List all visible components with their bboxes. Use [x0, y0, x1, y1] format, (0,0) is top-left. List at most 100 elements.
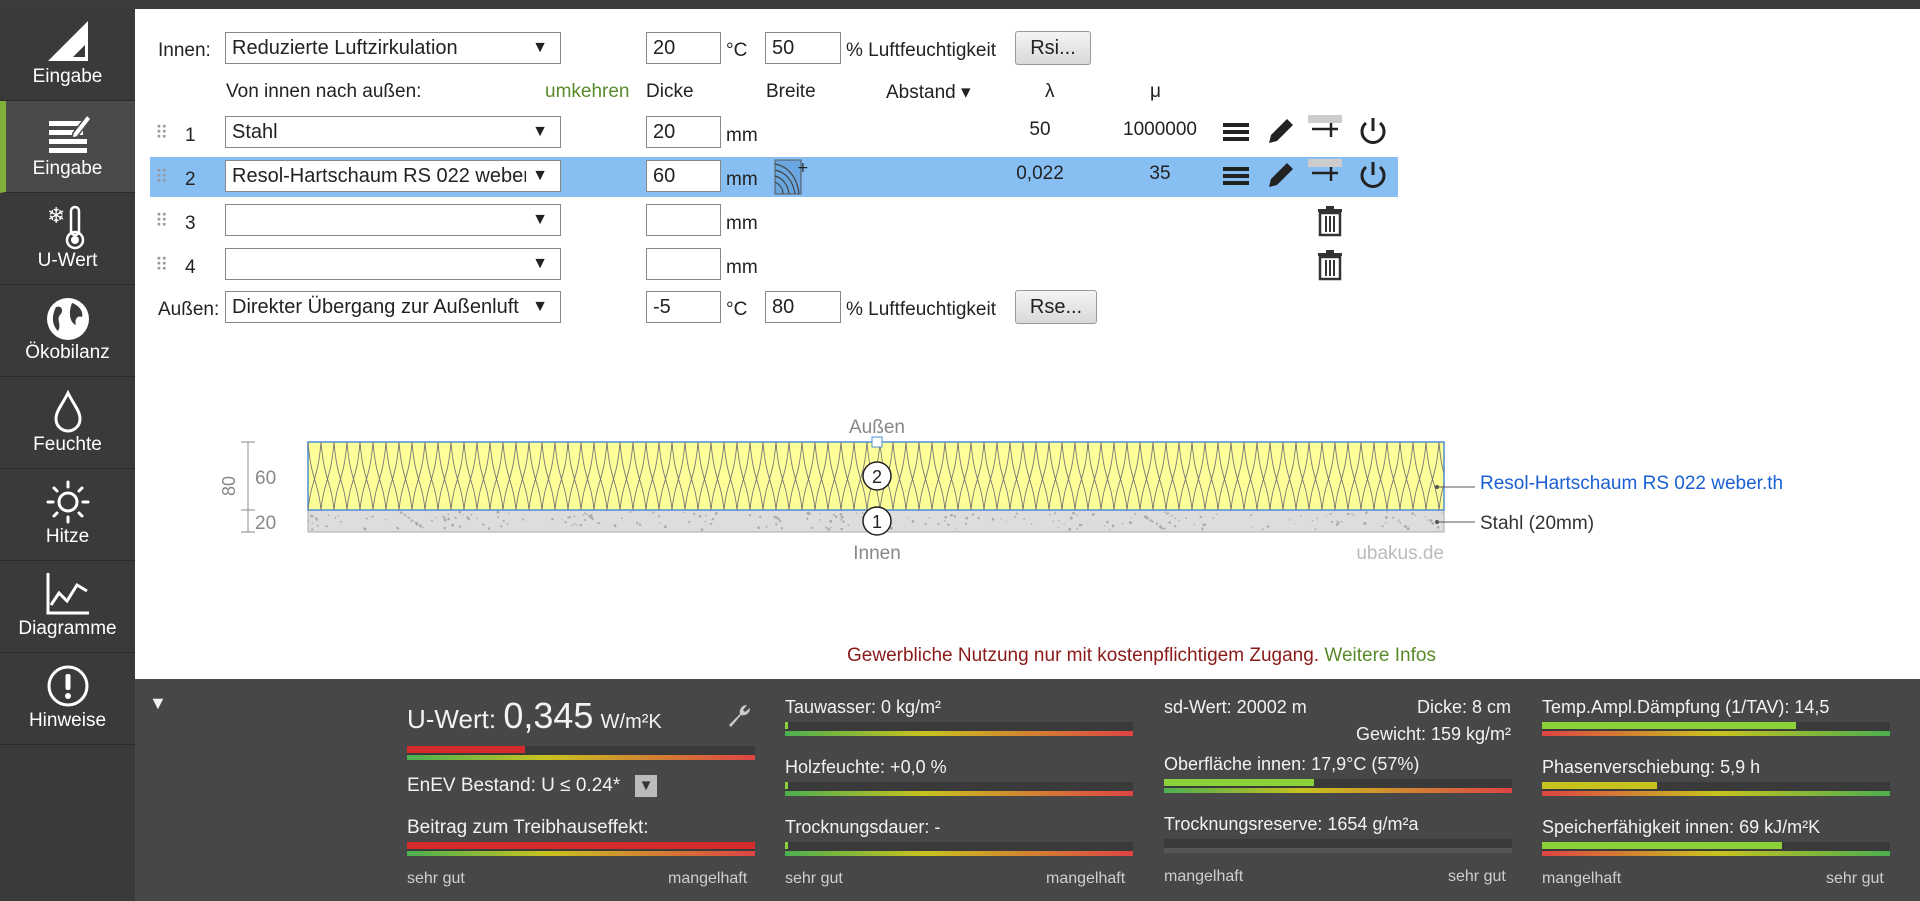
steel-dot [597, 522, 600, 525]
layer-3-material-select[interactable]: ▼ [225, 204, 561, 236]
steel-dot [698, 514, 702, 518]
drag-handle-icon[interactable]: ⠿ [155, 123, 168, 144]
layer-4-material-select[interactable]: ▼ [225, 248, 561, 280]
steel-dot [1053, 512, 1056, 515]
trocknungsdauer-label: Trocknungsdauer: - [785, 817, 941, 837]
svg-text:❄: ❄ [47, 204, 65, 229]
layer-1-material-select[interactable]: Stahl ▼ [225, 116, 561, 148]
steel-dot [1353, 514, 1355, 516]
layer-3-delete-icon[interactable] [1316, 205, 1344, 237]
steel-dot [704, 514, 707, 517]
spacing-header[interactable]: Abstand ▾ [886, 81, 971, 104]
layer-2-power-icon[interactable] [1357, 159, 1389, 191]
steel-dot [971, 513, 975, 516]
steel-dot [1216, 513, 1218, 516]
layer-1-thickness-input[interactable] [646, 116, 721, 148]
steel-dot [1103, 525, 1105, 527]
steel-callout[interactable]: Stahl (20mm) [1480, 513, 1594, 534]
layer-4-thickness-input[interactable] [646, 248, 721, 280]
sidebar-item-label: Ökobilanz [25, 342, 110, 363]
steel-dot [327, 514, 330, 517]
layer-1-edit-icon[interactable] [1265, 115, 1295, 147]
rsi-button[interactable]: Rsi... [1015, 31, 1091, 65]
drag-handle-icon[interactable]: ⠿ [155, 211, 168, 232]
steel-dot [584, 518, 587, 522]
steel-dot [430, 519, 433, 522]
layer-4-delete-icon[interactable] [1316, 249, 1344, 281]
steel-dot [765, 525, 768, 528]
layer-2-material-select[interactable]: Resol-Hartschaum RS 022 weber.therm plus… [225, 160, 561, 192]
steel-dot [466, 516, 469, 519]
steel-dot [659, 522, 661, 524]
steel-dot [657, 515, 661, 518]
outside-humidity-input[interactable] [765, 291, 841, 323]
drag-handle-icon[interactable]: ⠿ [155, 167, 168, 188]
outside-side-label: Außen [849, 417, 905, 438]
layer-3-thickness-input[interactable] [646, 204, 721, 236]
wrench-icon[interactable] [725, 701, 753, 729]
steel-dot [806, 517, 809, 520]
resize-handle[interactable] [871, 436, 883, 448]
steel-dot [1048, 513, 1051, 516]
steel-dot [638, 523, 642, 526]
sidebar-item-eingabe-layers[interactable]: Eingabe [0, 101, 135, 193]
layer-2-insert-icon[interactable] [1308, 157, 1344, 189]
outside-condition-select[interactable]: Direkter Übergang zur Außenluft ▼ [225, 291, 561, 323]
rse-button[interactable]: Rse... [1015, 290, 1097, 324]
steel-dot [1325, 516, 1327, 518]
steel-dot [780, 527, 784, 530]
steel-dot [585, 513, 588, 516]
layer-1-power-icon[interactable] [1357, 115, 1389, 147]
layer-number: 2 [185, 169, 196, 190]
edit-layers-icon [48, 113, 92, 153]
layer-1-insert-icon[interactable] [1308, 113, 1344, 145]
layer-2-edit-icon[interactable] [1265, 159, 1295, 191]
steel-dot [315, 518, 318, 521]
sidebar-item-uwert[interactable]: ❄ U-Wert [0, 193, 135, 285]
steel-dot [1030, 523, 1033, 525]
steel-dot [1250, 514, 1252, 517]
insulation-callout[interactable]: Resol-Hartschaum RS 022 weber.therm plus… [1480, 473, 1899, 494]
collapse-icon[interactable]: ▼ [149, 693, 167, 714]
layer-2-thickness-input[interactable] [646, 160, 721, 192]
steel-dot [1063, 524, 1065, 526]
scale-bad-label: mangelhaft [1046, 870, 1126, 887]
steel-dot [1347, 512, 1350, 516]
layer-number: 4 [185, 257, 196, 278]
sidebar-item-hinweise[interactable]: Hinweise [0, 653, 135, 745]
layer-2-menu-icon[interactable] [1221, 161, 1251, 191]
sidebar-item-diagramme[interactable]: Diagramme [0, 561, 135, 653]
steel-dot [829, 519, 833, 523]
steel-dot [1057, 526, 1059, 529]
sidebar-item-eingabe-setsquare[interactable]: Eingabe [0, 9, 135, 101]
steel-dot [1151, 520, 1154, 523]
watermark: ubakus.de [1356, 543, 1444, 564]
steel-dot [334, 516, 337, 519]
enev-dropdown-icon[interactable]: ▼ [635, 775, 657, 797]
layer-material-value: Stahl [232, 121, 278, 143]
steel-dot [937, 522, 940, 525]
layer-1-menu-icon[interactable] [1221, 117, 1251, 147]
sidebar-item-hitze[interactable]: Hitze [0, 469, 135, 561]
chart-icon [46, 573, 89, 615]
sidebar-item-feuchte[interactable]: Feuchte [0, 377, 135, 469]
steel-dot [1314, 528, 1317, 530]
inside-humidity-input[interactable] [765, 32, 841, 64]
steel-dot [415, 522, 419, 525]
inside-temperature-input[interactable] [646, 32, 721, 64]
insulation-pattern-icon[interactable]: + [773, 158, 809, 196]
sidebar-item-label: Hinweise [28, 710, 107, 731]
steel-dot [458, 525, 461, 528]
steel-dot [1397, 520, 1399, 522]
outside-temperature-input[interactable] [646, 291, 721, 323]
scale-bad-label: mangelhaft [668, 870, 748, 887]
steel-dot [947, 523, 950, 526]
inside-label: Innen: [158, 40, 211, 61]
steel-dot [1201, 529, 1204, 531]
inside-condition-select[interactable]: Reduzierte Luftzirkulation ▼ [225, 32, 561, 64]
drag-handle-icon[interactable]: ⠿ [155, 255, 168, 276]
sidebar-item-oekobilanz[interactable]: Ökobilanz [0, 285, 135, 377]
reverse-link[interactable]: umkehren [545, 81, 630, 103]
more-info-link[interactable]: Weitere Infos [1324, 645, 1436, 666]
temp-unit: °C [726, 40, 748, 61]
